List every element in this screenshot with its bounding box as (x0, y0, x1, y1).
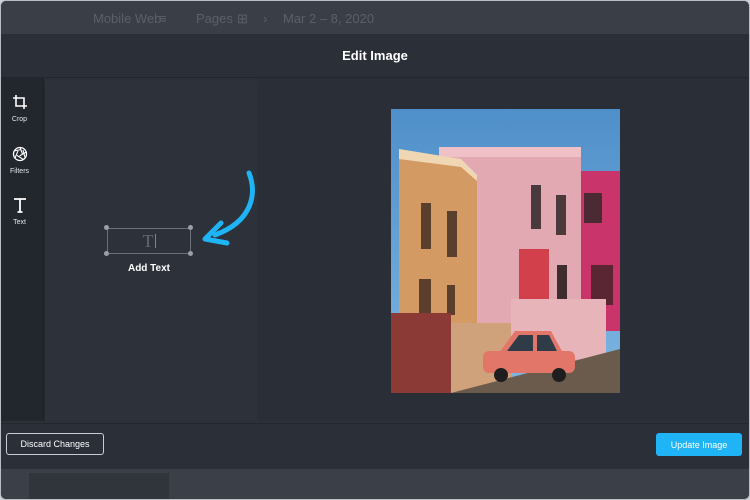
tool-filters-label: Filters (9, 168, 30, 175)
modal-header: Edit Image (1, 34, 749, 78)
resize-handle-bottom-right[interactable] (188, 251, 193, 256)
background-app-title: Mobile Web (93, 11, 162, 26)
background-toolbar: Mobile Web ≡ Pages ⊞ › Mar 2 – 8, 2020 (1, 1, 749, 34)
background-thumbnail (29, 473, 169, 499)
update-image-button[interactable]: Update Image (656, 433, 742, 456)
text-box-glyph: T (142, 230, 154, 251)
background-page-bottom (1, 469, 749, 499)
resize-handle-bottom-left[interactable] (104, 251, 109, 256)
discard-changes-button[interactable]: Discard Changes (6, 433, 104, 455)
tool-filters[interactable]: Filters (1, 144, 38, 188)
tool-text[interactable]: Text (1, 195, 38, 239)
photo-preview (391, 109, 620, 393)
background-grid-icon: ⊞ (237, 11, 248, 26)
tool-sidebar: Crop Filters Text (1, 78, 44, 421)
resize-handle-top-right[interactable] (188, 225, 193, 230)
background-menu-icon: ≡ (159, 11, 167, 26)
tool-crop-label: Crop (11, 116, 28, 123)
add-text-label: Add Text (127, 263, 171, 274)
background-date-range: Mar 2 – 8, 2020 (283, 11, 375, 26)
modal-title: Edit Image (342, 48, 408, 63)
tool-text-label: Text (13, 219, 26, 226)
background-pages-label: Pages (196, 11, 233, 26)
background-chevron-icon: › (263, 11, 268, 26)
text-t-icon (13, 195, 27, 215)
tool-crop[interactable]: Crop (1, 92, 38, 136)
pointer-arrow-icon (202, 170, 255, 246)
text-cursor (154, 234, 156, 248)
add-text-box[interactable]: T (107, 228, 191, 254)
aperture-icon (12, 144, 28, 164)
crop-icon (12, 92, 28, 112)
modal-footer (1, 423, 749, 470)
resize-handle-top-left[interactable] (104, 225, 109, 230)
app-window: Mobile Web ≡ Pages ⊞ › Mar 2 – 8, 2020 E… (0, 0, 750, 500)
